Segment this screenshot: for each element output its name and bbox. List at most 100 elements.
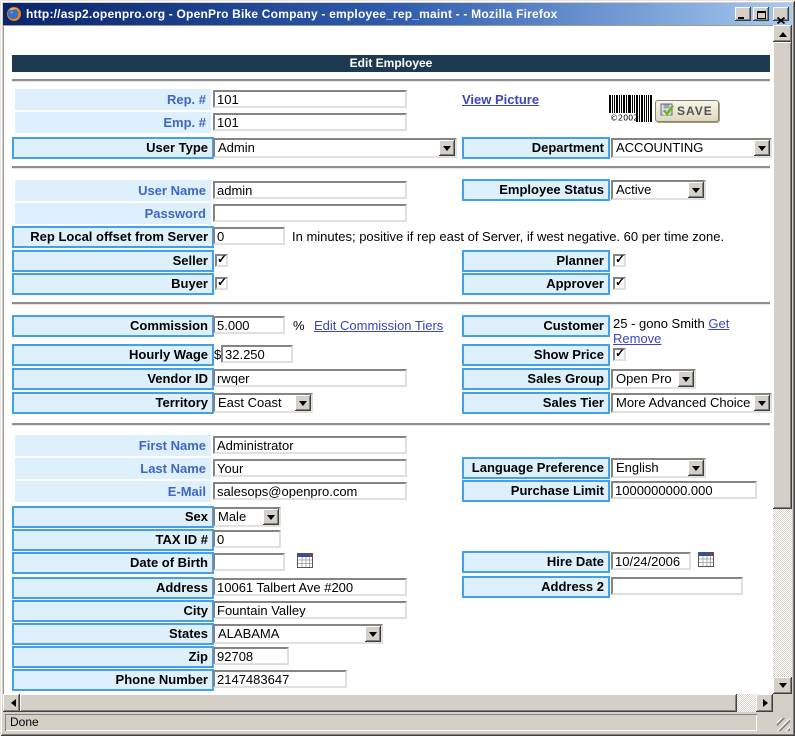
zip-input[interactable] bbox=[213, 647, 289, 665]
divider bbox=[12, 302, 770, 305]
arrow-down-icon bbox=[779, 683, 787, 692]
dropdown-arrow-icon bbox=[365, 626, 381, 642]
browser-client-area: Edit Employee Rep. # View Picture bbox=[3, 25, 792, 733]
hire-date-input[interactable] bbox=[611, 552, 691, 570]
title-bar[interactable]: http://asp2.openpro.org - OpenPro Bike C… bbox=[3, 3, 792, 25]
scrollbar-corner bbox=[773, 694, 792, 712]
user-type-select[interactable]: Admin bbox=[213, 138, 457, 158]
purchase-limit-input[interactable] bbox=[611, 481, 757, 499]
save-button[interactable]: SAVE bbox=[655, 100, 719, 122]
sales-tier-select[interactable]: More Advanced Choice bbox=[611, 393, 772, 413]
commission-input[interactable] bbox=[213, 316, 285, 334]
buyer-checkbox[interactable]: ✓ bbox=[215, 277, 228, 290]
hourly-wage-input[interactable] bbox=[221, 345, 293, 363]
first-name-input[interactable] bbox=[213, 436, 407, 454]
department-label: Department bbox=[462, 137, 610, 159]
resize-grip[interactable] bbox=[777, 718, 790, 731]
last-name-input[interactable] bbox=[213, 459, 407, 477]
rep-number-label: Rep. # bbox=[15, 89, 211, 110]
date-of-birth-calendar-icon[interactable] bbox=[296, 553, 313, 569]
vendor-id-input[interactable] bbox=[213, 369, 407, 387]
city-input[interactable] bbox=[213, 601, 407, 619]
user-name-label: User Name bbox=[15, 180, 211, 201]
dropdown-arrow-icon bbox=[295, 395, 311, 411]
commission-percent-sign: % bbox=[293, 318, 305, 333]
date-of-birth-input[interactable] bbox=[213, 553, 285, 571]
maximize-button[interactable] bbox=[753, 7, 769, 21]
check-icon: ✓ bbox=[615, 252, 625, 266]
minimize-button[interactable] bbox=[735, 7, 751, 21]
horizontal-scroll-thumb[interactable] bbox=[20, 694, 737, 712]
sex-select[interactable]: Male bbox=[213, 507, 281, 527]
email-input[interactable] bbox=[213, 482, 407, 500]
window-title: http://asp2.openpro.org - OpenPro Bike C… bbox=[26, 7, 731, 21]
vertical-scroll-thumb[interactable] bbox=[773, 42, 792, 509]
sales-group-label: Sales Group bbox=[462, 368, 610, 390]
states-select[interactable]: ALABAMA bbox=[213, 624, 383, 644]
customer-remove-link[interactable]: Remove bbox=[613, 331, 661, 346]
language-preference-select[interactable]: English bbox=[611, 458, 706, 478]
check-icon: ✓ bbox=[615, 275, 625, 289]
password-input[interactable] bbox=[213, 204, 407, 222]
hourly-wage-label: Hourly Wage bbox=[12, 344, 214, 366]
customer-get-link[interactable]: Get bbox=[708, 316, 729, 331]
territory-select[interactable]: East Coast bbox=[213, 393, 313, 413]
user-type-label: User Type bbox=[12, 137, 214, 159]
rep-offset-note: In minutes; positive if rep east of Serv… bbox=[292, 229, 724, 244]
divider bbox=[12, 423, 770, 426]
seller-checkbox[interactable]: ✓ bbox=[215, 254, 228, 267]
scroll-right-button[interactable] bbox=[756, 694, 773, 712]
address2-input[interactable] bbox=[611, 577, 743, 595]
check-icon: ✓ bbox=[217, 252, 227, 266]
dropdown-arrow-icon bbox=[263, 509, 279, 525]
department-select[interactable]: ACCOUNTING bbox=[611, 138, 772, 158]
tax-id-label: TAX ID # bbox=[12, 529, 214, 551]
address2-label: Address 2 bbox=[462, 576, 610, 598]
rep-number-input[interactable] bbox=[213, 90, 407, 108]
customer-label: Customer bbox=[462, 315, 610, 337]
firefox-icon bbox=[6, 6, 22, 22]
dropdown-arrow-icon bbox=[688, 182, 704, 198]
phone-number-input[interactable] bbox=[213, 670, 347, 688]
rep-offset-input[interactable] bbox=[213, 227, 285, 245]
view-picture-link[interactable]: View Picture bbox=[462, 92, 539, 107]
close-button[interactable] bbox=[773, 7, 789, 21]
address-input[interactable] bbox=[213, 578, 407, 596]
approver-checkbox[interactable]: ✓ bbox=[613, 277, 626, 290]
department-value: ACCOUNTING bbox=[616, 140, 753, 156]
sales-tier-value: More Advanced Choice bbox=[616, 395, 753, 411]
emp-number-input[interactable] bbox=[213, 113, 407, 131]
sales-group-value: Open Pro bbox=[616, 371, 677, 387]
vendor-id-label: Vendor ID bbox=[12, 368, 214, 390]
scroll-left-button[interactable] bbox=[3, 694, 20, 712]
vertical-scrollbar[interactable] bbox=[773, 25, 792, 694]
edit-commission-tiers-link[interactable]: Edit Commission Tiers bbox=[314, 318, 443, 333]
tax-id-input[interactable] bbox=[213, 530, 281, 548]
close-icon bbox=[777, 12, 785, 19]
planner-checkbox[interactable]: ✓ bbox=[613, 254, 626, 267]
horizontal-scrollbar[interactable] bbox=[3, 694, 773, 712]
rep-offset-label: Rep Local offset from Server bbox=[12, 226, 214, 248]
sex-label: Sex bbox=[12, 506, 214, 528]
scroll-up-button[interactable] bbox=[773, 25, 792, 42]
sales-tier-label: Sales Tier bbox=[462, 392, 610, 414]
approver-label: Approver bbox=[462, 273, 610, 295]
territory-value: East Coast bbox=[218, 395, 294, 411]
sales-group-select[interactable]: Open Pro bbox=[611, 369, 696, 389]
states-value: ALABAMA bbox=[218, 626, 364, 642]
divider bbox=[12, 166, 770, 169]
scroll-down-button[interactable] bbox=[773, 677, 792, 694]
employee-status-value: Active bbox=[616, 182, 687, 198]
user-name-input[interactable] bbox=[213, 181, 407, 199]
save-disk-icon bbox=[660, 103, 674, 120]
first-name-label: First Name bbox=[15, 435, 211, 456]
barcode-image: ©2002 bbox=[609, 95, 653, 127]
date-of-birth-label: Date of Birth bbox=[12, 552, 214, 574]
status-panel: Done bbox=[5, 714, 757, 731]
check-icon: ✓ bbox=[217, 275, 227, 289]
hire-date-calendar-icon[interactable] bbox=[697, 552, 714, 568]
employee-status-select[interactable]: Active bbox=[611, 180, 706, 200]
divider bbox=[12, 79, 770, 82]
show-price-checkbox[interactable]: ✓ bbox=[613, 348, 626, 361]
dropdown-arrow-icon bbox=[678, 371, 694, 387]
